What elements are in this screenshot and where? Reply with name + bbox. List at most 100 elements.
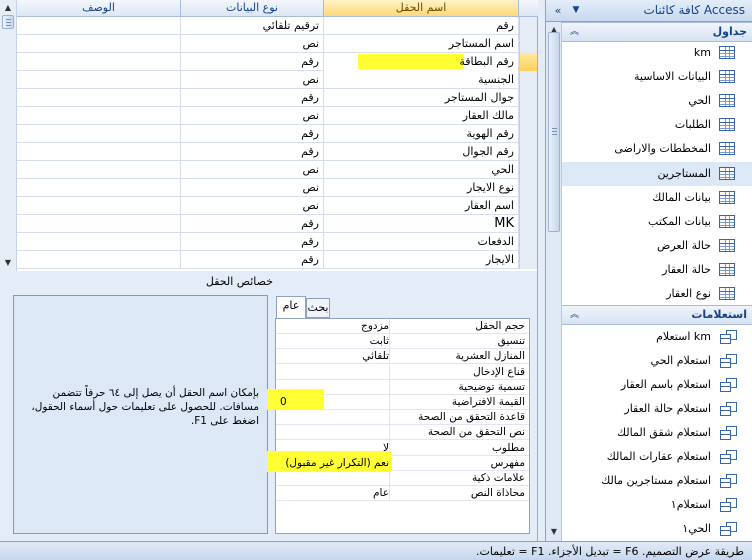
group-header-queries[interactable]: استعلامات ︽: [562, 305, 752, 325]
field-name-cell[interactable]: رقم الهوية: [324, 125, 519, 143]
field-name-cell[interactable]: الجنسية: [324, 71, 519, 89]
property-value[interactable]: عام: [373, 487, 389, 499]
nav-query-item[interactable]: استعلام باسم العقار: [562, 373, 752, 397]
table-row[interactable]: نص نوع الايجار: [17, 179, 537, 197]
data-type-cell[interactable]: رقم: [181, 251, 324, 269]
nav-table-item[interactable]: المستاجرين: [562, 161, 752, 186]
data-type-cell[interactable]: رقم: [181, 143, 324, 161]
nav-table-item[interactable]: km: [562, 41, 752, 65]
scroll-up-icon[interactable]: ▲: [1, 1, 15, 15]
table-row[interactable]: رقم الدفعات: [17, 233, 537, 251]
table-row[interactable]: نص اسم العقار: [17, 197, 537, 215]
property-row[interactable]: حجم الحقل مزدوج: [276, 319, 529, 334]
description-cell[interactable]: [17, 143, 181, 161]
row-selector[interactable]: [519, 143, 537, 161]
nav-scroll-thumb[interactable]: [548, 32, 560, 232]
table-row[interactable]: رقم MK: [17, 215, 537, 233]
chevron-down-icon[interactable]: ▼: [568, 3, 584, 18]
nav-table-item[interactable]: الحي: [562, 89, 752, 113]
row-selector[interactable]: [519, 215, 537, 233]
field-name-cell[interactable]: جوال المستاجر: [324, 89, 519, 107]
double-chevron-left-icon[interactable]: «: [550, 3, 566, 18]
data-type-cell[interactable]: نص: [181, 35, 324, 53]
description-cell[interactable]: [17, 179, 181, 197]
row-selector[interactable]: [519, 179, 537, 197]
scroll-down-icon[interactable]: ▼: [547, 525, 561, 539]
description-cell[interactable]: [17, 251, 181, 269]
field-name-cell[interactable]: الايجار: [324, 251, 519, 269]
description-cell[interactable]: [17, 17, 181, 35]
data-type-cell[interactable]: نص: [181, 179, 324, 197]
nav-query-item[interactable]: km استعلام: [562, 325, 752, 349]
field-name-cell[interactable]: اسم العقار: [324, 197, 519, 215]
double-chevron-up-icon[interactable]: ︽: [570, 307, 579, 320]
field-name-cell[interactable]: رقم البطاقة: [324, 53, 519, 71]
column-header-data-type[interactable]: نوع البيانات: [181, 0, 324, 17]
tab-lookup[interactable]: بحث: [306, 298, 330, 318]
data-type-cell[interactable]: نص: [181, 71, 324, 89]
nav-query-item[interactable]: استعلام مستاجرين مالك: [562, 469, 752, 493]
row-selector[interactable]: [519, 35, 537, 53]
table-row[interactable]: ترقيم تلقائي رقم: [17, 17, 537, 35]
property-value[interactable]: ثابت: [370, 335, 389, 347]
property-row[interactable]: القيمة الافتراضية 0: [267, 389, 529, 410]
property-row[interactable]: علامات ذكية: [276, 471, 529, 486]
table-row[interactable]: رقم رقم الجوال: [17, 143, 537, 161]
double-chevron-up-icon[interactable]: ︽: [570, 24, 579, 37]
description-cell[interactable]: [17, 197, 181, 215]
grid-scroll-thumb[interactable]: [2, 15, 14, 29]
data-type-cell[interactable]: رقم: [181, 89, 324, 107]
nav-table-item[interactable]: الطلبات: [562, 113, 752, 137]
column-header-field-name[interactable]: اسم الحقل: [324, 0, 519, 17]
data-type-cell[interactable]: نص: [181, 197, 324, 215]
data-type-cell[interactable]: رقم: [181, 53, 324, 71]
description-cell[interactable]: [17, 89, 181, 107]
row-selector[interactable]: [519, 89, 537, 107]
table-row[interactable]: نص مالك العقار: [17, 107, 537, 125]
row-selector[interactable]: [519, 71, 537, 89]
property-row[interactable]: محاذاة النص عام: [276, 486, 529, 502]
field-name-cell[interactable]: MK: [324, 215, 519, 233]
nav-query-item[interactable]: استعلام١: [562, 493, 752, 517]
column-header-description[interactable]: الوصف: [17, 0, 181, 17]
data-type-cell[interactable]: ترقيم تلقائي: [181, 17, 324, 35]
nav-table-item[interactable]: بيانات المالك: [562, 186, 752, 210]
row-selector[interactable]: [519, 161, 537, 179]
row-selector[interactable]: [519, 251, 537, 269]
scroll-down-icon[interactable]: ▼: [1, 256, 15, 270]
nav-title[interactable]: كافة كائنات Access: [643, 3, 745, 17]
nav-header[interactable]: كافة كائنات Access ▼ «: [546, 0, 752, 22]
description-cell[interactable]: [17, 35, 181, 53]
property-value[interactable]: مزدوج: [361, 320, 389, 332]
nav-table-item[interactable]: حالة العقار: [562, 258, 752, 282]
data-type-cell[interactable]: رقم: [181, 215, 324, 233]
description-cell[interactable]: [17, 53, 181, 71]
nav-query-item[interactable]: استعلام حالة العقار: [562, 397, 752, 421]
field-name-cell[interactable]: رقم: [324, 17, 519, 35]
description-cell[interactable]: [17, 233, 181, 251]
field-name-cell[interactable]: مالك العقار: [324, 107, 519, 125]
nav-query-item[interactable]: استعلام شقق المالك: [562, 421, 752, 445]
tab-general[interactable]: عام: [276, 296, 306, 318]
row-selector[interactable]: [519, 53, 537, 71]
table-row[interactable]: رقم جوال المستاجر: [17, 89, 537, 107]
property-row[interactable]: نص التحقق من الصحة: [276, 425, 529, 441]
data-type-cell[interactable]: نص: [181, 107, 324, 125]
row-selector[interactable]: [519, 107, 537, 125]
data-type-cell[interactable]: نص: [181, 161, 324, 179]
nav-query-item[interactable]: استعلام عقارات المالك: [562, 445, 752, 469]
field-name-cell[interactable]: نوع الايجار: [324, 179, 519, 197]
field-name-cell[interactable]: الحي: [324, 161, 519, 179]
table-row[interactable]: نص اسم المستاجر: [17, 35, 537, 53]
description-cell[interactable]: [17, 71, 181, 89]
nav-table-item[interactable]: المخططات والاراضى: [562, 137, 752, 161]
table-row[interactable]: رقم رقم البطاقة: [17, 53, 537, 71]
data-type-cell[interactable]: رقم: [181, 125, 324, 143]
data-type-cell[interactable]: رقم: [181, 233, 324, 251]
field-name-cell[interactable]: الدفعات: [324, 233, 519, 251]
description-cell[interactable]: [17, 125, 181, 143]
row-selector[interactable]: [519, 125, 537, 143]
property-value[interactable]: نعم (التكرار غير مقبول): [285, 457, 389, 469]
description-cell[interactable]: [17, 107, 181, 125]
property-row[interactable]: قاعدة التحقق من الصحة: [276, 410, 529, 426]
